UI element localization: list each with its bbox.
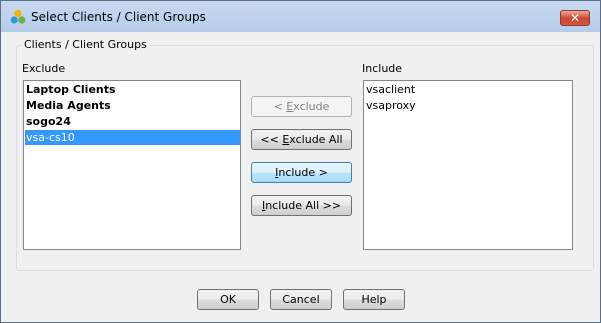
ok-button[interactable]: OK: [197, 289, 259, 310]
button-label-part: xclude: [293, 100, 330, 113]
exclude-button[interactable]: < Exclude: [251, 96, 352, 117]
dialog-window: Select Clients / Client Groups ✕ Clients…: [0, 0, 601, 323]
include-list-item[interactable]: vsaclient: [365, 82, 572, 97]
include-button[interactable]: Include >: [251, 162, 352, 183]
exclude-all-button[interactable]: << Exclude All: [251, 129, 352, 150]
button-label-part: nclude >: [278, 166, 328, 179]
include-list-item[interactable]: vsaproxy: [365, 98, 572, 113]
include-listbox[interactable]: vsaclient vsaproxy: [363, 80, 573, 250]
exclude-list-item[interactable]: Laptop Clients: [25, 82, 240, 97]
exclude-listbox[interactable]: Laptop Clients Media Agents sogo24 vsa-cs10: [23, 80, 241, 250]
button-label-part: xclude All: [289, 133, 343, 146]
include-all-button[interactable]: Include All >>: [251, 195, 352, 216]
dialog-content: Clients / Client Groups Exclude Laptop C…: [8, 32, 594, 316]
help-button[interactable]: Help: [343, 289, 405, 310]
include-label: Include: [362, 62, 403, 75]
cancel-button[interactable]: Cancel: [270, 289, 332, 310]
groupbox-label: Clients / Client Groups: [21, 38, 150, 51]
button-label-part: <<: [260, 133, 283, 146]
exclude-list-item[interactable]: sogo24: [25, 114, 240, 129]
exclude-label: Exclude: [22, 62, 66, 75]
app-logo-icon: [10, 9, 26, 24]
button-label-part: nclude All >>: [265, 199, 342, 212]
close-button[interactable]: ✕: [560, 10, 590, 26]
exclude-list-item[interactable]: vsa-cs10: [25, 130, 240, 145]
title-bar[interactable]: Select Clients / Client Groups ✕: [1, 1, 600, 32]
button-label-part: <: [273, 100, 287, 113]
window-title: Select Clients / Client Groups: [31, 10, 206, 24]
exclude-list-item[interactable]: Media Agents: [25, 98, 240, 113]
close-icon: ✕: [569, 11, 581, 25]
